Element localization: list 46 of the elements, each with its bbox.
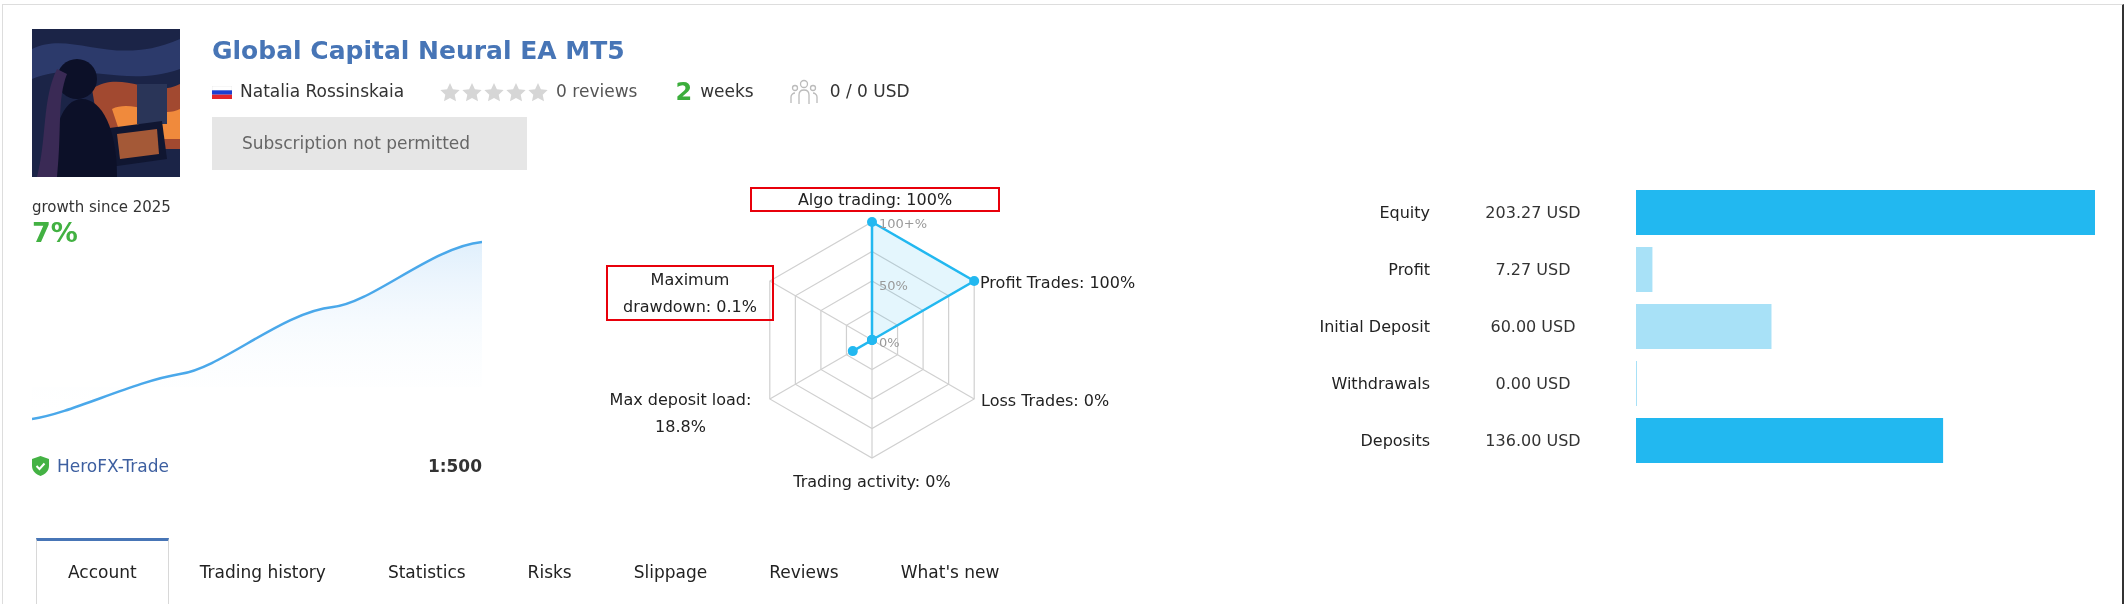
radar-point (847, 346, 858, 357)
age-number: 2 (675, 77, 693, 108)
star-icon (506, 82, 527, 102)
balance-value: 7.27 USD (1494, 258, 1572, 281)
star-icon (440, 82, 461, 102)
growth-value: 7% (32, 217, 79, 249)
balance-label: Initial Deposit (1318, 315, 1430, 338)
radar-tick-label: 100+% (879, 216, 928, 232)
tab[interactable]: Account (36, 538, 169, 604)
broker-link[interactable]: HeroFX-Trade (57, 453, 169, 479)
radar-axis-label: Algo trading: 100% (750, 187, 1000, 212)
radar-tick-label: 50% (879, 278, 908, 294)
author-name[interactable]: Natalia Rossinskaia (240, 79, 405, 105)
tab[interactable]: Slippage (602, 538, 739, 604)
balance-value: 60.00 USD (1489, 315, 1577, 338)
leverage-value: 1:500 (427, 454, 482, 478)
flag-icon (212, 85, 232, 99)
age-unit: weeks (700, 80, 754, 104)
balance-label: Profit (1387, 258, 1430, 281)
radar-axis-label: Profit Trades: 100% (980, 272, 1137, 294)
product-title[interactable]: Global Capital Neural EA MT5 (212, 33, 910, 69)
tab[interactable]: Risks (496, 538, 603, 604)
subscribers-amount: 0 / 0 USD (829, 80, 910, 104)
tab[interactable]: What's new (869, 538, 1031, 604)
radar-axis-label: Max deposit load: 18.8% (608, 389, 753, 438)
people-icon (789, 79, 818, 105)
growth-caption: growth since 2025 (32, 197, 172, 217)
radar-point (867, 217, 877, 227)
balance-label: Deposits (1359, 429, 1430, 452)
star-icon (528, 82, 549, 102)
tab[interactable]: Statistics (356, 538, 497, 604)
balance-value: 203.27 USD (1484, 201, 1582, 224)
balance-value: 136.00 USD (1484, 429, 1582, 452)
radar-axis-label: Maximum drawdown: 0.1% (606, 265, 774, 321)
tab[interactable]: Trading history (168, 538, 357, 604)
balance-value: 0.00 USD (1494, 372, 1572, 395)
reviews-count: 0 reviews (556, 80, 638, 104)
radar-point (969, 276, 980, 286)
radar-axis-label: Loss Trades: 0% (981, 390, 1111, 412)
tab[interactable]: Reviews (738, 538, 870, 604)
star-icon (462, 82, 483, 102)
balance-label: Withdrawals (1330, 372, 1430, 395)
balance-label: Equity (1378, 201, 1430, 224)
radar-tick-label: 0% (879, 335, 900, 351)
star-icon (484, 82, 505, 102)
radar-axis-label: Trading activity: 0% (792, 471, 952, 493)
